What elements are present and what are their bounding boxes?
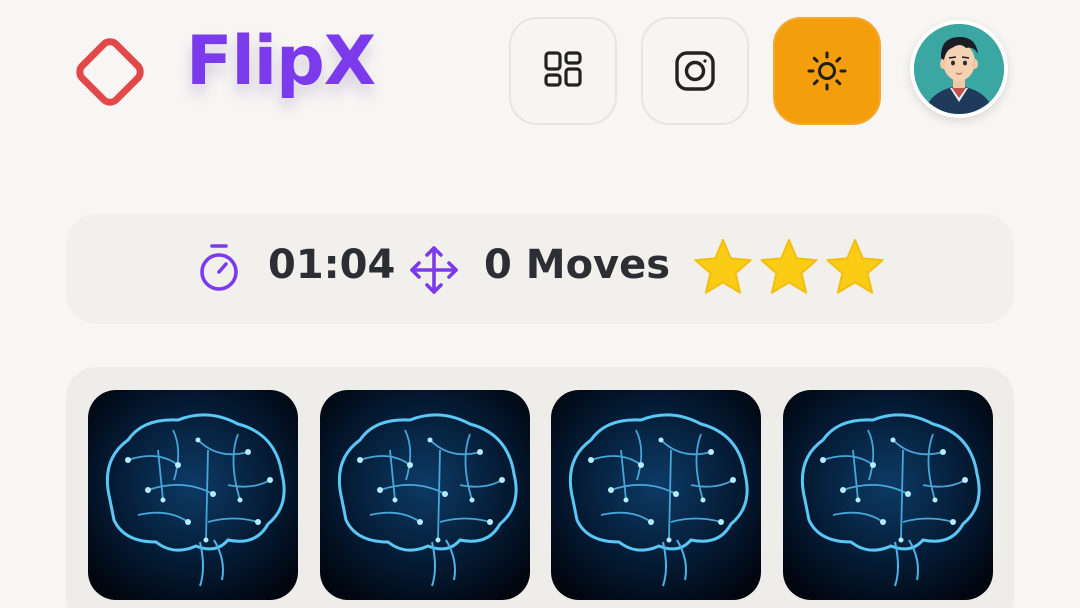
game-page: FlipX 01:04 0 Moves (0, 0, 1080, 608)
circuit-brain-image (551, 390, 761, 600)
memory-card[interactable] (551, 390, 761, 600)
star-rating (692, 236, 886, 298)
avatar-illustration (914, 24, 1004, 114)
stopwatch-icon (200, 244, 238, 291)
star-icon (826, 239, 884, 294)
star-icon (760, 239, 818, 294)
moves-count: 0 Moves (484, 242, 671, 288)
grid-icon (544, 51, 582, 87)
star-icon (694, 239, 752, 294)
diamond-logo-icon (76, 38, 144, 106)
memory-card[interactable] (783, 390, 993, 600)
circuit-brain-image (320, 390, 530, 600)
grid-button[interactable] (509, 17, 617, 125)
user-avatar[interactable] (910, 20, 1008, 118)
sun-icon (807, 51, 847, 91)
circuit-brain-image (88, 390, 298, 600)
memory-card[interactable] (320, 390, 530, 600)
brand-title: FlipX (186, 22, 376, 101)
move-arrows-icon (410, 246, 458, 294)
instagram-button[interactable] (641, 17, 749, 125)
memory-card[interactable] (88, 390, 298, 600)
timer-value: 01:04 (268, 242, 396, 288)
circuit-brain-image (783, 390, 993, 600)
theme-toggle-button[interactable] (773, 17, 881, 125)
instagram-icon (675, 51, 715, 91)
